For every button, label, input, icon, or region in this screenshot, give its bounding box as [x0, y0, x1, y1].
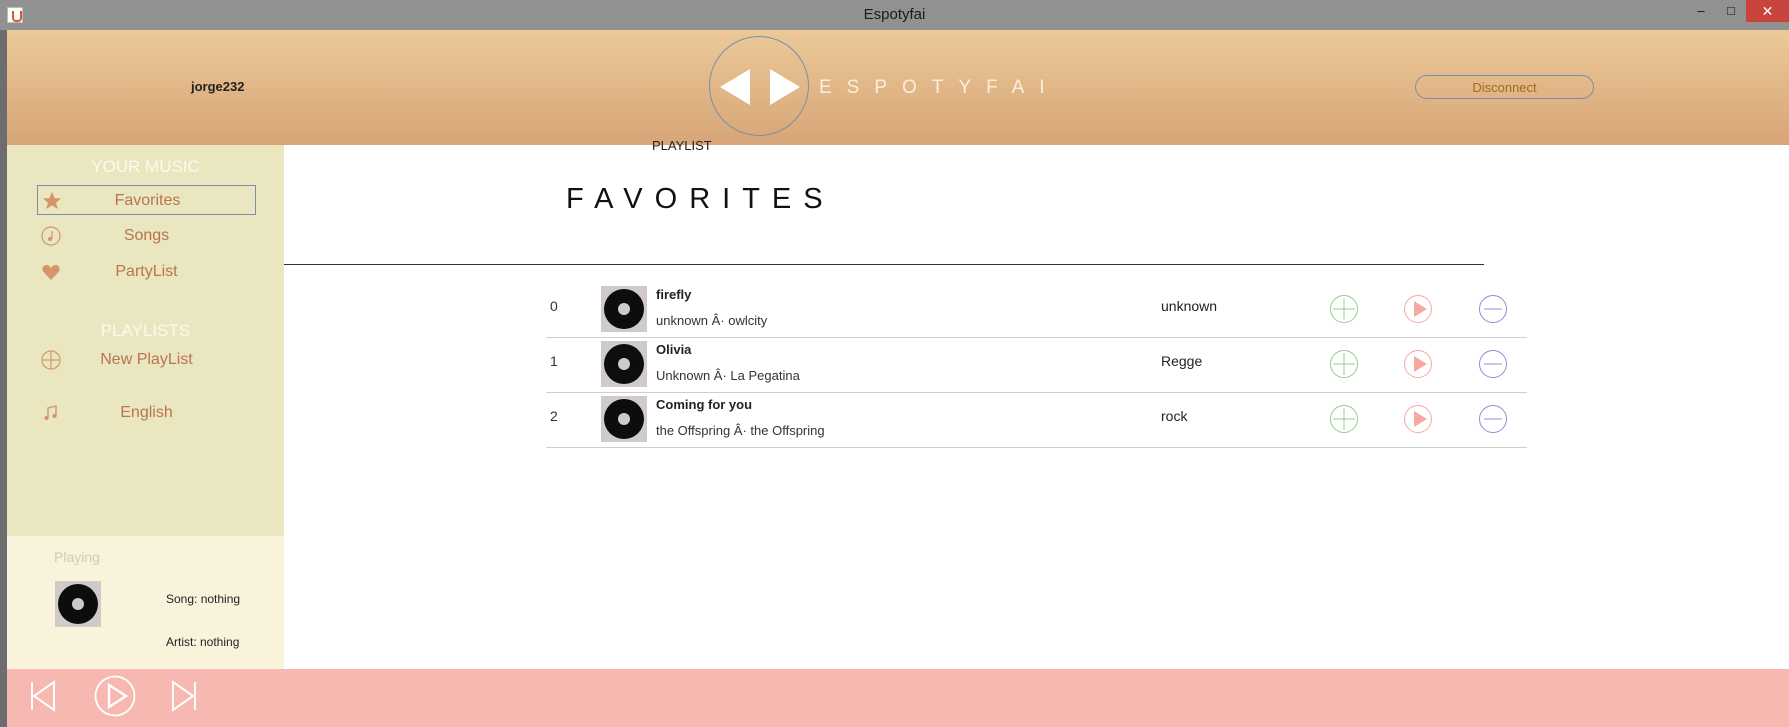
- next-track-icon[interactable]: [171, 680, 197, 717]
- now-playing-title: Playing: [54, 549, 100, 565]
- remove-icon[interactable]: [1478, 404, 1508, 434]
- sidebar-item-songs[interactable]: Songs: [37, 221, 256, 251]
- play-icon[interactable]: [94, 675, 136, 722]
- sidebar-item-favorites[interactable]: Favorites: [37, 185, 256, 215]
- sidebar: YOUR MUSIC Favorites Songs PartyList PLA…: [7, 145, 284, 536]
- window-titlebar: Espotyfai – □ ✕: [0, 0, 1789, 30]
- logo-icon: [709, 36, 809, 136]
- sidebar-item-new-playlist[interactable]: New PlayList: [37, 345, 256, 375]
- playlist-section-label: PLAYLIST: [652, 138, 712, 153]
- now-playing-song: Song: nothing: [166, 592, 241, 606]
- track-genre: Regge: [1161, 353, 1203, 369]
- add-icon[interactable]: [1329, 294, 1359, 324]
- track-row[interactable]: 2 Coming for you the Offspring Â· the Of…: [546, 393, 1527, 448]
- username-label: jorge232: [191, 79, 245, 94]
- track-index: 0: [550, 298, 558, 314]
- sidebar-item-partylist[interactable]: PartyList: [37, 257, 256, 287]
- track-row[interactable]: 0 firefly unknown Â· owlcity unknown: [546, 283, 1527, 338]
- maximize-button[interactable]: □: [1716, 0, 1746, 22]
- track-index: 1: [550, 353, 558, 369]
- track-genre: unknown: [1161, 298, 1218, 314]
- remove-icon[interactable]: [1478, 349, 1508, 379]
- add-icon[interactable]: [1329, 404, 1359, 434]
- disconnect-button[interactable]: Disconnect: [1415, 75, 1594, 99]
- sidebar-item-english[interactable]: English: [37, 398, 256, 428]
- sidebar-item-label: New PlayList: [100, 351, 193, 368]
- minimize-button[interactable]: –: [1686, 0, 1716, 22]
- vinyl-record-icon: [601, 341, 647, 387]
- player-controls: [7, 669, 1789, 727]
- previous-track-icon[interactable]: [30, 680, 56, 717]
- playlists-heading: PLAYLISTS: [100, 321, 191, 340]
- track-genre: rock: [1161, 408, 1188, 424]
- close-button[interactable]: ✕: [1746, 0, 1789, 22]
- track-title: Coming for you: [656, 397, 753, 412]
- app-header: jorge232 ESPOTYFAI Disconnect: [7, 30, 1789, 145]
- add-icon[interactable]: [1329, 349, 1359, 379]
- vinyl-record-icon: [55, 581, 101, 627]
- vinyl-record-icon: [601, 286, 647, 332]
- sidebar-item-label: Songs: [123, 227, 170, 244]
- vinyl-record-icon: [601, 396, 647, 442]
- window-title: Espotyfai: [863, 6, 926, 23]
- track-index: 2: [550, 408, 558, 424]
- divider: [284, 264, 1484, 265]
- sidebar-item-label: English: [120, 404, 173, 421]
- play-track-icon[interactable]: [1403, 404, 1433, 434]
- track-title: firefly: [656, 287, 692, 302]
- track-list: 0 firefly unknown Â· owlcity unknown 1 O…: [546, 283, 1527, 448]
- track-row[interactable]: 1 Olivia Unknown Â· La Pegatina Regge: [546, 338, 1527, 393]
- now-playing-artist: Artist: nothing: [166, 635, 240, 649]
- sidebar-item-label: PartyList: [115, 263, 178, 280]
- app-window: jorge232 ESPOTYFAI Disconnect YOUR MUSIC…: [7, 30, 1789, 727]
- sidebar-item-label: Favorites: [114, 192, 181, 209]
- now-playing-panel: Playing Song: nothing Artist: nothing: [7, 536, 284, 669]
- track-artist-album: unknown Â· owlcity: [656, 313, 768, 328]
- track-artist-album: Unknown Â· La Pegatina: [656, 368, 800, 383]
- brand-name: ESPOTYFAI: [819, 77, 1060, 98]
- track-title: Olivia: [656, 342, 692, 357]
- remove-icon[interactable]: [1478, 294, 1508, 324]
- your-music-heading: YOUR MUSIC: [91, 157, 200, 176]
- play-track-icon[interactable]: [1403, 294, 1433, 324]
- play-track-icon[interactable]: [1403, 349, 1433, 379]
- playlist-title: FAVORITES: [566, 183, 835, 215]
- track-artist-album: the Offspring Â· the Offspring: [656, 423, 825, 438]
